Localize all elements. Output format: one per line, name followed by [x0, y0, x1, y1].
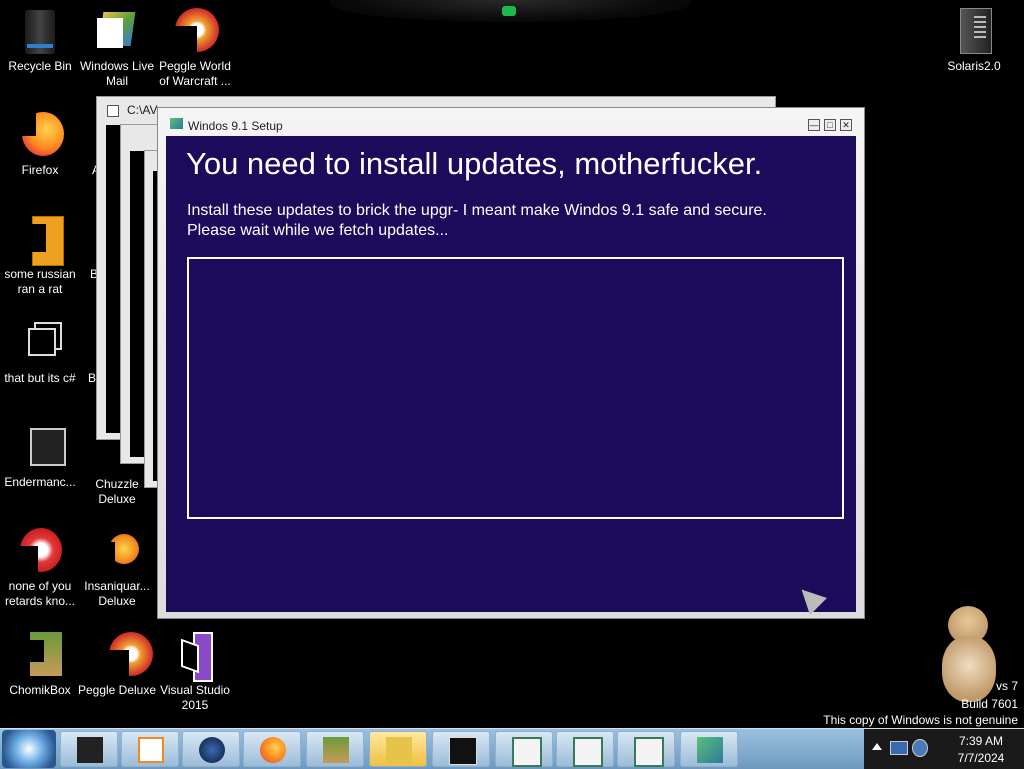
desktop-icon-insaniquarium[interactable]: Insaniquar... Deluxe	[77, 528, 157, 609]
desktop-icon-solaris[interactable]: Solaris2.0	[934, 8, 1014, 74]
windows-orb-icon[interactable]	[2, 730, 56, 768]
window-title: Windos 9.1 Setup	[188, 119, 283, 133]
taskbar-item[interactable]	[121, 731, 179, 767]
windows-icon	[16, 320, 64, 368]
taskbar-item[interactable]	[556, 731, 614, 767]
icon-label: some russian ran a rat	[4, 267, 76, 296]
taskbar-item[interactable]	[369, 731, 427, 767]
clock-date: 7/7/2024	[957, 751, 1005, 765]
description-line: Please wait while we fetch updates...	[187, 222, 449, 239]
script-icon	[16, 216, 64, 266]
description-line: Install these updates to brick the upgr-…	[187, 202, 767, 219]
console-icon	[449, 737, 477, 765]
terminal-icon	[77, 737, 103, 763]
maximize-button[interactable]: □	[824, 119, 836, 131]
icon-label: ChomikBox	[9, 683, 71, 697]
icon-label: Endermanc...	[4, 475, 76, 489]
minimize-button[interactable]: —	[808, 119, 820, 131]
watermark-version: vs 7	[995, 679, 1018, 693]
solaris-icon	[950, 8, 998, 56]
desktop-icon-peggle-deluxe[interactable]: Peggle Deluxe	[77, 632, 157, 698]
taskbar: 7:39 AM 7/7/2024	[0, 728, 1024, 769]
description: Install these updates to brick the upgr-…	[187, 201, 767, 241]
clock[interactable]: 7:39 AM 7/7/2024	[946, 733, 1016, 767]
globe-icon	[199, 737, 225, 763]
top-decoration	[330, 0, 690, 22]
recycle-bin-icon	[16, 8, 64, 56]
media-player-icon	[138, 737, 164, 763]
status-light	[502, 6, 516, 16]
clock-time: 7:39 AM	[958, 734, 1004, 748]
page-title: You need to install updates, motherfucke…	[186, 146, 763, 181]
window-icon	[634, 737, 664, 767]
icon-label: Solaris2.0	[947, 59, 1001, 73]
firefox-icon	[16, 112, 64, 160]
icon-label: Insaniquar... Deluxe	[84, 579, 150, 608]
taskbar-item[interactable]	[680, 731, 738, 767]
firefox-icon	[260, 737, 286, 763]
show-hidden-icons-icon[interactable]	[872, 743, 882, 750]
icon-label: none of you retards kno...	[4, 579, 76, 608]
desktop-icon-windows-live-mail[interactable]: Windows Live Mail	[77, 8, 157, 89]
icon-label: Firefox	[21, 163, 59, 177]
watermark-genuine: This copy of Windows is not genuine	[823, 713, 1018, 727]
desktop-icon-endermanch[interactable]: Endermanc...	[0, 424, 80, 490]
icon-label: that but its c#	[4, 371, 76, 385]
setup-window[interactable]: Windos 9.1 Setup — □ ✕ You need to insta…	[157, 107, 865, 619]
window-icon	[512, 737, 542, 767]
visual-studio-icon	[171, 632, 219, 682]
desktop-icon-recycle-bin[interactable]: Recycle Bin	[0, 8, 80, 74]
mail-icon	[93, 8, 141, 56]
icon-label: Visual Studio 2015	[160, 683, 230, 712]
updates-list[interactable]	[187, 257, 844, 519]
taskbar-item[interactable]	[243, 731, 301, 767]
setup-content: You need to install updates, motherfucke…	[166, 136, 856, 615]
folder-icon	[386, 737, 412, 763]
mouse-cursor-icon	[793, 581, 827, 615]
icon-label: Peggle World of Warcraft ...	[159, 59, 231, 88]
system-tray: 7:39 AM 7/7/2024	[864, 729, 1024, 769]
close-button[interactable]: ✕	[840, 119, 852, 131]
volume-icon[interactable]	[912, 739, 928, 757]
taskbar-item[interactable]	[495, 731, 553, 767]
peggle-icon	[93, 632, 153, 680]
setup-icon	[697, 737, 723, 763]
peggle-icon	[171, 8, 219, 56]
console-icon	[107, 105, 119, 117]
network-icon[interactable]	[890, 741, 908, 755]
setup-icon	[170, 118, 183, 129]
icon-label: Peggle Deluxe	[77, 683, 157, 697]
taskbar-item[interactable]	[60, 731, 118, 767]
chomikbox-icon	[16, 632, 64, 680]
window-title: C:\AV	[127, 103, 158, 117]
taskbar-item[interactable]	[617, 731, 675, 767]
watermark-build: Build 7601	[961, 697, 1018, 711]
icon-label: Recycle Bin	[8, 59, 72, 73]
desktop-icon-chomikbox[interactable]: ChomikBox	[0, 632, 80, 698]
desktop-icon-firefox[interactable]: Firefox	[0, 112, 80, 178]
browser-icon	[16, 528, 64, 576]
window-icon	[573, 737, 603, 767]
console-icon	[16, 424, 66, 472]
taskbar-item[interactable]	[182, 731, 240, 767]
desktop-icon-russian-rat[interactable]: some russian ran a rat	[0, 216, 80, 297]
desktop-icon-none-of-you[interactable]: none of you retards kno...	[0, 528, 80, 609]
fish-icon	[93, 528, 141, 576]
desktop-icon-visual-studio[interactable]: Visual Studio 2015	[155, 632, 235, 713]
taskbar-item[interactable]	[432, 731, 490, 767]
chomikbox-icon	[323, 737, 349, 763]
desktop-icon-csharp[interactable]: that but its c#	[0, 320, 80, 386]
icon-label: Windows Live Mail	[79, 59, 155, 88]
partial-label: B	[88, 371, 97, 385]
taskbar-item[interactable]	[306, 731, 364, 767]
desktop-icon-peggle-wow[interactable]: Peggle World of Warcraft ...	[155, 8, 235, 89]
title-bar[interactable]: Windos 9.1 Setup — □ ✕	[158, 108, 864, 136]
